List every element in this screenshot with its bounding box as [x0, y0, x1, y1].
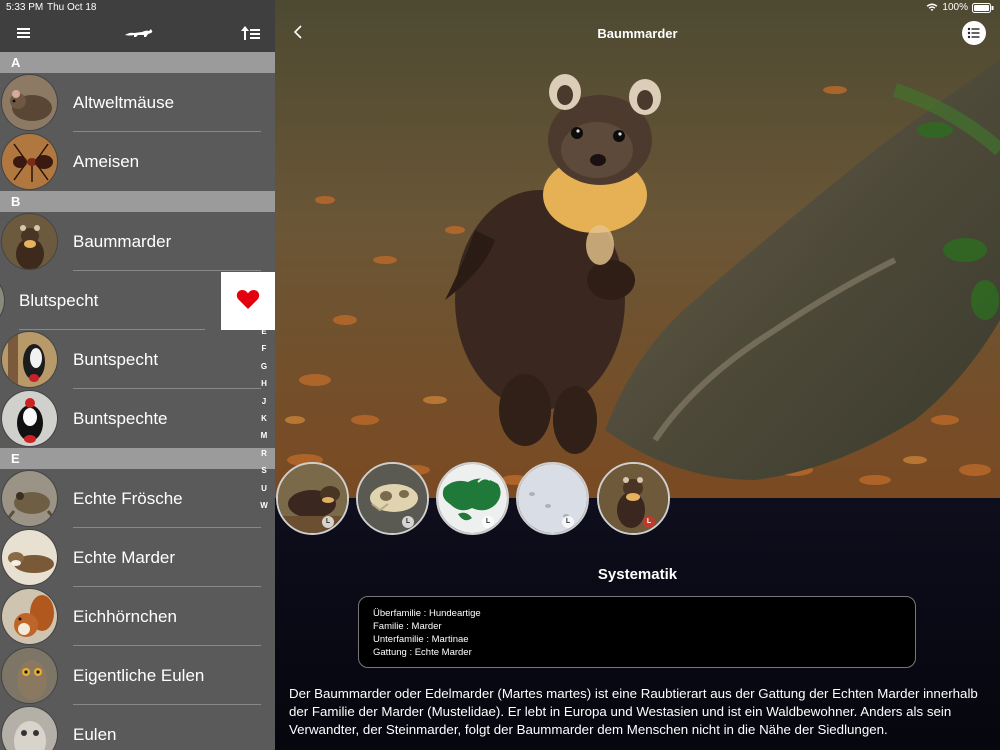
sidebar-toolbar: 5:33 PM Thu Oct 18 [0, 0, 275, 52]
marten-logo-icon [124, 26, 154, 40]
thumbnail-badge: L [482, 516, 494, 528]
status-date: Thu Oct 18 [47, 2, 97, 13]
status-time: 5:33 PM [6, 2, 44, 13]
section-header-a: A [0, 52, 275, 73]
list-item-altweltmaeuse[interactable]: Altweltmäuse [0, 73, 275, 132]
list-item-label: Echte Marder [73, 548, 176, 567]
thumbnail-marten-photo-active[interactable]: L [597, 462, 670, 535]
avatar-eigentliche-eulen [1, 647, 58, 704]
list-item-buntspecht[interactable]: Buntspecht [0, 330, 275, 389]
section-header-b: B [0, 191, 275, 212]
thumbnail-marten-photo[interactable]: L [276, 462, 349, 535]
battery-icon [972, 2, 994, 13]
index-letter-s[interactable]: S [257, 462, 271, 479]
index-letter-e[interactable]: E [257, 323, 271, 340]
index-letter-r[interactable]: R [257, 445, 271, 462]
avatar-ameisen [1, 133, 58, 190]
section-title: Systematik [597, 566, 678, 583]
favorite-swipe-action[interactable] [221, 272, 275, 330]
index-letter-u[interactable]: U [257, 480, 271, 497]
list-item-label: Eulen [73, 725, 117, 744]
index-letter-j[interactable]: J [257, 393, 271, 410]
avatar-buntspecht [1, 331, 58, 388]
alphabet-index[interactable]: E F G H J K M R S U W [257, 323, 271, 514]
heart-icon [236, 288, 260, 315]
list-item-echte-marder[interactable]: Echte Marder [0, 528, 275, 587]
media-thumbnails: L L L L L [275, 462, 1000, 536]
avatar-blutspecht [0, 272, 5, 329]
wifi-icon [926, 3, 938, 12]
avatar-baummarder [1, 213, 58, 270]
avatar-echte-froesche [1, 470, 58, 527]
page-title: Baummarder [597, 26, 678, 41]
section-header-e: E [0, 448, 275, 469]
hamburger-icon[interactable] [14, 24, 36, 42]
species-detail: 100% Baummarder L L L L L Systematik Übe… [275, 0, 1000, 750]
index-letter-k[interactable]: K [257, 410, 271, 427]
thumbnail-badge: L [643, 516, 655, 528]
avatar-altweltmaeuse [1, 74, 58, 131]
hero-photo: 100% Baummarder [275, 0, 1000, 498]
list-item-label: Buntspecht [73, 350, 159, 369]
list-item-buntspechte[interactable]: Buntspechte [0, 389, 275, 448]
list-item-label: Baummarder [73, 232, 172, 251]
species-list: A Altweltmäuse Ameisen B Baummarder Blut… [0, 52, 275, 750]
taxonomy-line: Gattung : Echte Marder [373, 647, 472, 658]
taxonomy-line: Familie : Marder [373, 621, 442, 632]
thumbnail-snow-tracks-photo[interactable]: L [516, 462, 589, 535]
list-item-label: Ameisen [73, 152, 140, 171]
list-icon[interactable] [962, 21, 986, 45]
thumbnail-badge: L [402, 516, 414, 528]
list-item-eigentliche-eulen[interactable]: Eigentliche Eulen [0, 646, 275, 705]
species-sidebar: 5:33 PM Thu Oct 18 A Altweltmäuse Ameise… [0, 0, 275, 750]
species-description: Der Baummarder oder Edelmarder (Martes m… [289, 686, 978, 737]
list-item-label: Echte Frösche [73, 489, 183, 508]
list-item-label: Blutspecht [19, 291, 99, 310]
index-letter-g[interactable]: G [257, 358, 271, 375]
list-item-ameisen[interactable]: Ameisen [0, 132, 275, 191]
list-item-baummarder[interactable]: Baummarder [0, 212, 275, 271]
list-item-eulen[interactable]: Eulen [0, 705, 275, 750]
avatar-eichhoernchen [1, 588, 58, 645]
list-item-echte-froesche[interactable]: Echte Frösche [0, 469, 275, 528]
index-letter-h[interactable]: H [257, 375, 271, 392]
battery-percent: 100% [942, 2, 968, 13]
list-item-label: Eigentliche Eulen [73, 666, 205, 685]
index-letter-f[interactable]: F [257, 340, 271, 357]
taxonomy-line: Unterfamilie : Martinae [373, 634, 469, 645]
list-item-label: Eichhörnchen [73, 607, 177, 626]
taxonomy-line: Überfamilie : Hundeartige [373, 608, 481, 619]
index-letter-w[interactable]: W [257, 497, 271, 514]
list-item-label: Altweltmäuse [73, 93, 175, 112]
avatar-eulen [1, 706, 58, 750]
thumbnail-distribution-map[interactable]: L [436, 462, 509, 535]
avatar-echte-marder [1, 529, 58, 586]
list-item-label: Buntspechte [73, 409, 168, 428]
list-item-eichhoernchen[interactable]: Eichhörnchen [0, 587, 275, 646]
thumbnail-skull-photo[interactable]: L [356, 462, 429, 535]
thumbnail-badge: L [562, 516, 574, 528]
thumbnail-badge: L [322, 516, 334, 528]
taxonomy-box: Überfamilie : Hundeartige Familie : Mard… [358, 596, 916, 668]
avatar-buntspechte [1, 390, 58, 447]
sort-list-icon[interactable] [240, 24, 262, 42]
index-letter-m[interactable]: M [257, 427, 271, 444]
status-indicators: 100% [926, 2, 994, 13]
